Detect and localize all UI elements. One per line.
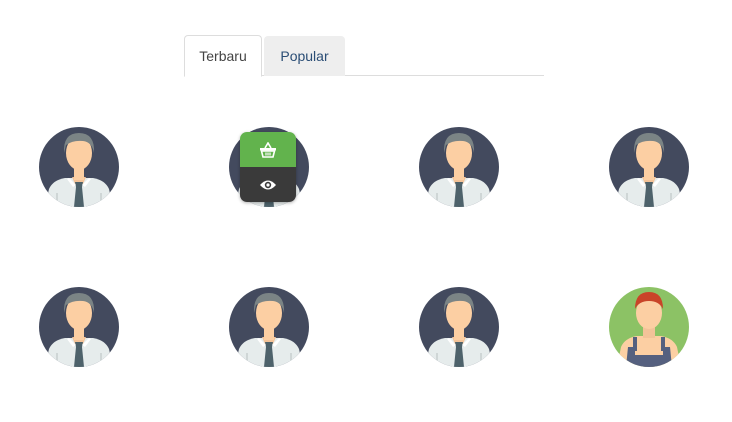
add-to-cart-button[interactable] <box>240 132 296 167</box>
product-card[interactable] <box>609 127 689 207</box>
eye-icon <box>260 180 276 189</box>
product-card[interactable] <box>419 127 499 207</box>
product-card[interactable] <box>229 287 309 367</box>
product-hover-actions <box>240 132 296 202</box>
tab-popular[interactable]: Popular <box>264 36 345 76</box>
basket-icon <box>260 141 276 158</box>
businessman-avatar-icon <box>419 127 499 207</box>
worker-avatar-icon <box>609 287 689 367</box>
product-card[interactable] <box>39 287 119 367</box>
businessman-avatar-icon <box>609 127 689 207</box>
businessman-avatar-icon <box>229 287 309 367</box>
businessman-avatar-icon <box>39 287 119 367</box>
businessman-avatar-icon <box>419 287 499 367</box>
product-tabs: Terbaru Popular <box>184 35 544 77</box>
product-card[interactable] <box>609 287 689 367</box>
product-card[interactable] <box>39 127 119 207</box>
tab-terbaru[interactable]: Terbaru <box>184 35 262 77</box>
businessman-avatar-icon <box>39 127 119 207</box>
product-card[interactable] <box>419 287 499 367</box>
quick-view-button[interactable] <box>240 167 296 202</box>
